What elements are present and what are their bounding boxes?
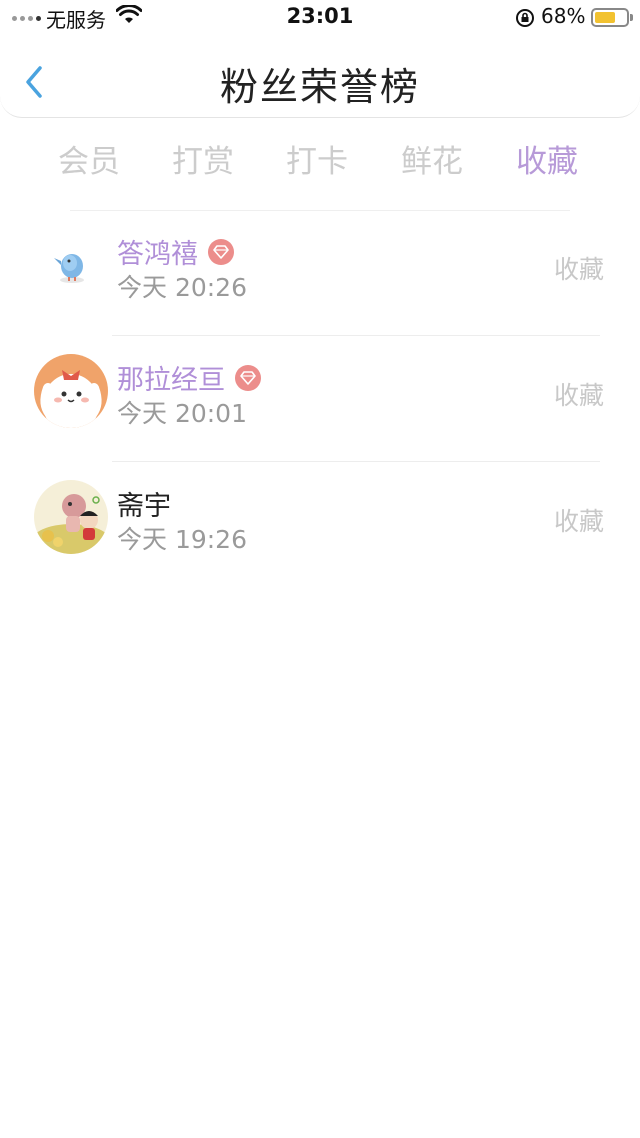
diamond-icon xyxy=(235,364,261,391)
list-item[interactable]: 答鸿禧 今天 20:26 收藏 xyxy=(0,210,640,336)
white-bunny-avatar-icon xyxy=(34,354,108,428)
tab-favorites[interactable]: 收藏 xyxy=(502,136,592,181)
tab-members[interactable]: 会员 xyxy=(44,136,134,181)
tab-checkin[interactable]: 打卡 xyxy=(272,136,362,181)
timestamp: 今天 19:26 xyxy=(117,525,247,554)
tab-flowers[interactable]: 鲜花 xyxy=(387,136,477,181)
fan-list: 答鸿禧 今天 20:26 收藏 那拉经亘 今天 20:01 收藏 斋宇 今天 1… xyxy=(0,210,640,588)
avatar xyxy=(34,354,108,428)
avatar xyxy=(34,228,108,302)
list-item[interactable]: 那拉经亘 今天 20:01 收藏 xyxy=(0,336,640,462)
timestamp: 今天 20:01 xyxy=(117,399,247,428)
name-line: 那拉经亘 xyxy=(117,358,261,397)
tab-bar: 会员 打赏 打卡 鲜花 收藏 xyxy=(0,128,640,188)
action-label: 收藏 xyxy=(553,255,604,284)
user-name[interactable]: 那拉经亘 xyxy=(117,358,225,397)
name-line: 答鸿禧 xyxy=(117,232,234,271)
user-name[interactable]: 答鸿禧 xyxy=(117,232,198,271)
cartoon-kids-avatar-icon xyxy=(34,480,108,554)
name-line: 斋宇 xyxy=(117,484,171,523)
action-label: 收藏 xyxy=(553,507,604,536)
status-bar: 无服务 23:01 68% xyxy=(0,0,640,36)
list-item[interactable]: 斋宇 今天 19:26 收藏 xyxy=(0,462,640,588)
avatar xyxy=(34,480,108,554)
tab-rewards[interactable]: 打赏 xyxy=(158,136,248,181)
battery-percent: 68% xyxy=(541,4,586,28)
user-name[interactable]: 斋宇 xyxy=(117,484,171,523)
timestamp: 今天 20:26 xyxy=(117,273,247,302)
action-label: 收藏 xyxy=(553,381,604,410)
diamond-icon xyxy=(208,238,234,265)
rotation-lock-icon xyxy=(516,9,534,27)
nav-bar: 粉丝荣誉榜 xyxy=(0,36,640,118)
battery-icon xyxy=(591,8,633,27)
page-title: 粉丝荣誉榜 xyxy=(219,65,420,109)
blue-bird-avatar-icon xyxy=(34,228,108,302)
